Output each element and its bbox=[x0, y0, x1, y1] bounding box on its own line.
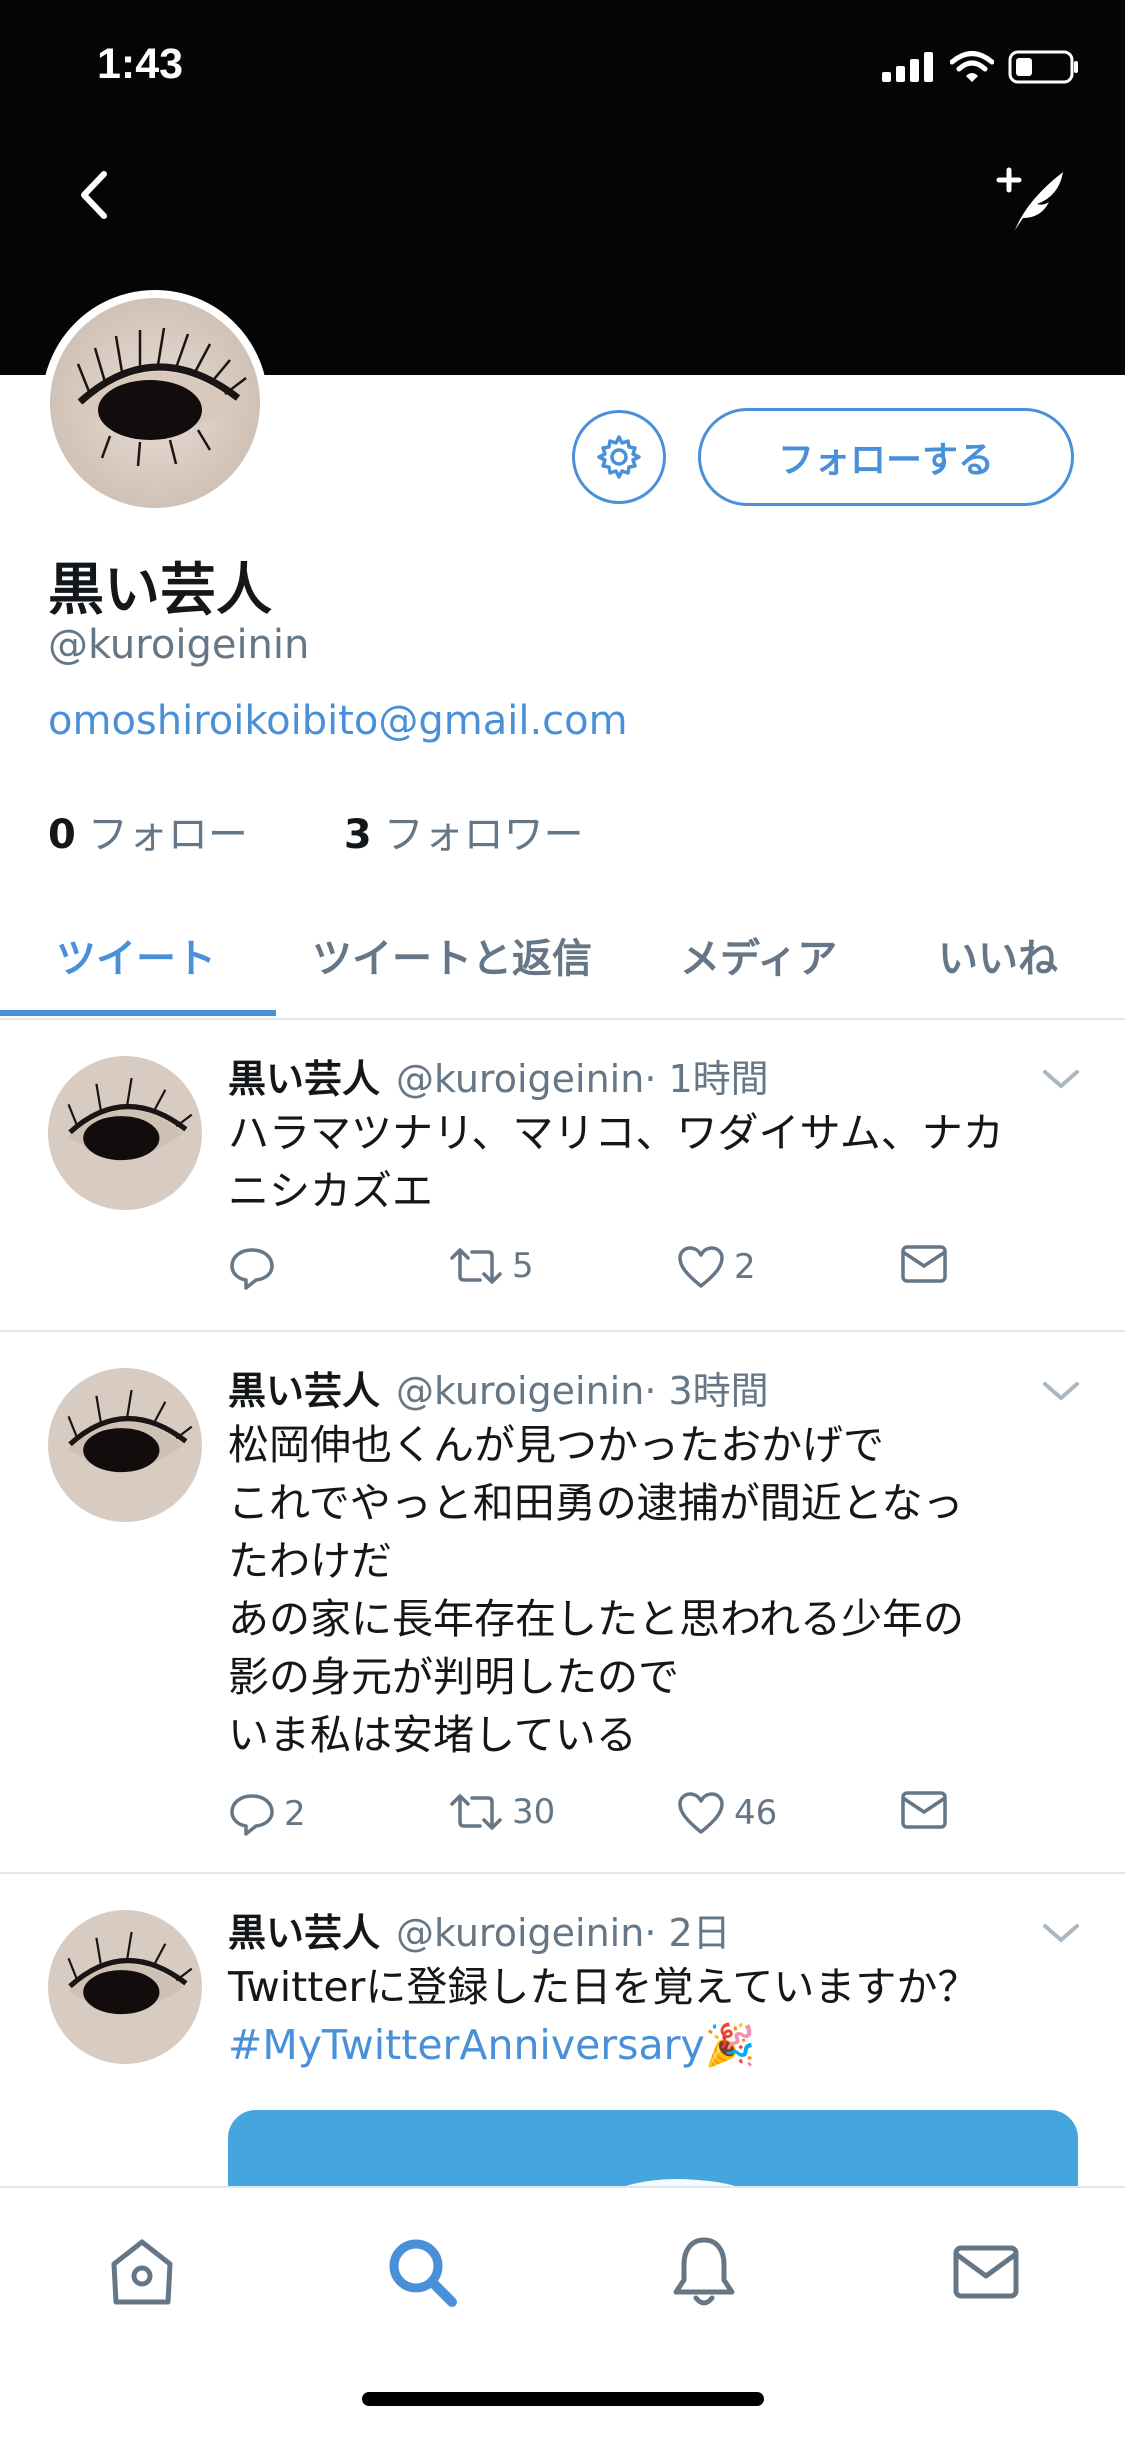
direct-message-button[interactable] bbox=[900, 1244, 948, 1284]
signal-icon bbox=[882, 52, 933, 82]
envelope-icon bbox=[901, 1791, 947, 1829]
retweet-icon bbox=[450, 1248, 502, 1284]
tweet-header: 黒い芸人 @kuroigeinin· 2日 bbox=[228, 1902, 731, 1957]
following-stat[interactable]: 0 フォロー bbox=[48, 802, 248, 860]
tweet-header: 黒い芸人 @kuroigeinin· 1時間 bbox=[228, 1048, 769, 1103]
like-button[interactable]: 46 bbox=[676, 1790, 777, 1836]
heart-icon bbox=[678, 1246, 724, 1288]
settings-button[interactable] bbox=[572, 410, 666, 504]
profile-stats: 0 フォロー 3 フォロワー bbox=[48, 802, 584, 860]
tweet-avatar[interactable] bbox=[48, 1056, 202, 1210]
envelope-icon bbox=[901, 1245, 947, 1283]
tweet-time: · 2日 bbox=[644, 1911, 731, 1955]
profile-name: 黒い芸人 bbox=[48, 558, 272, 623]
tweet-text: 松岡伸也くんが見つかったおかげで これでやっと和田勇の逮捕が間近となっ たわけだ… bbox=[228, 1421, 964, 1759]
avatar-image bbox=[48, 1910, 202, 2064]
tab-media[interactable]: メディア bbox=[680, 926, 837, 984]
search-icon[interactable] bbox=[382, 2232, 462, 2312]
profile-avatar[interactable] bbox=[42, 290, 268, 516]
reply-icon bbox=[230, 1794, 274, 1836]
notifications-icon[interactable] bbox=[664, 2232, 744, 2312]
tab-tweets-replies[interactable]: ツイートと返信 bbox=[312, 926, 592, 984]
follow-button[interactable]: フォローする bbox=[698, 408, 1074, 506]
messages-icon[interactable] bbox=[946, 2232, 1026, 2312]
tab-likes[interactable]: いいね bbox=[938, 926, 1058, 984]
compose-tweet-button[interactable] bbox=[993, 160, 1073, 240]
home-icon[interactable] bbox=[102, 2232, 182, 2312]
profile-handle: @kuroigeinin bbox=[48, 622, 310, 668]
tweet-actions: 2 30 46 bbox=[228, 1790, 1028, 1850]
tweet-header: 黒い芸人 @kuroigeinin· 3時間 bbox=[228, 1360, 769, 1415]
chevron-down-icon[interactable] bbox=[1041, 1376, 1081, 1406]
avatar-image bbox=[50, 298, 260, 508]
chevron-down-icon[interactable] bbox=[1041, 1918, 1081, 1948]
reply-button[interactable] bbox=[228, 1244, 276, 1292]
heart-icon bbox=[678, 1792, 724, 1834]
chevron-down-icon[interactable] bbox=[1041, 1064, 1081, 1094]
back-button[interactable] bbox=[62, 160, 132, 230]
party-popper-emoji: 🎉 bbox=[704, 2021, 756, 2069]
tweet-text: ハラマツナリ、マリコ、ワダイサム、ナカ ニシカズエ bbox=[228, 1109, 1004, 1215]
tweet-author-handle: @kuroigeinin bbox=[396, 1911, 645, 1955]
chevron-left-icon bbox=[81, 171, 107, 219]
tweet[interactable]: 黒い芸人 @kuroigeinin· 3時間 松岡伸也くんが見つかったおかげで こ… bbox=[0, 1332, 1125, 1874]
reply-button[interactable]: 2 bbox=[228, 1790, 306, 1838]
retweet-button[interactable]: 5 bbox=[448, 1244, 534, 1288]
status-time: 1:43 bbox=[97, 40, 184, 88]
avatar-image bbox=[48, 1056, 202, 1210]
status-icons bbox=[882, 50, 1080, 84]
active-tab-indicator bbox=[0, 1010, 276, 1016]
reply-icon bbox=[230, 1248, 274, 1290]
followers-stat[interactable]: 3 フォロワー bbox=[344, 802, 584, 860]
profile-tabs: ツイート ツイートと返信 メディア いいね bbox=[0, 900, 1125, 1020]
hashtag-link[interactable]: #MyTwitterAnniversary bbox=[228, 2021, 705, 2069]
tweet-author-name: 黒い芸人 bbox=[228, 1911, 381, 1955]
direct-message-button[interactable] bbox=[900, 1790, 948, 1830]
avatar-image bbox=[48, 1368, 202, 1522]
tweet-avatar[interactable] bbox=[48, 1368, 202, 1522]
tweet-author-handle: @kuroigeinin bbox=[396, 1057, 645, 1101]
tweet-author-handle: @kuroigeinin bbox=[396, 1369, 645, 1413]
compose-tweet-icon bbox=[996, 167, 1063, 230]
retweet-icon bbox=[450, 1794, 502, 1830]
tweet-actions: 5 2 bbox=[228, 1244, 1028, 1304]
tab-tweets[interactable]: ツイート bbox=[56, 926, 216, 984]
tweet-avatar[interactable] bbox=[48, 1910, 202, 2064]
tweet-time: · 3時間 bbox=[644, 1369, 769, 1413]
like-button[interactable]: 2 bbox=[676, 1244, 756, 1290]
tweet-time: · 1時間 bbox=[644, 1057, 769, 1101]
gear-icon bbox=[597, 435, 641, 479]
tweet[interactable]: 黒い芸人 @kuroigeinin· 1時間 ハラマツナリ、マリコ、ワダイサム、ナ… bbox=[0, 1020, 1125, 1332]
profile-bio-link[interactable]: omoshiroikoibito@gmail.com bbox=[48, 698, 628, 744]
battery-icon bbox=[1008, 50, 1078, 84]
retweet-button[interactable]: 30 bbox=[448, 1790, 555, 1834]
home-indicator bbox=[362, 2392, 764, 2406]
wifi-icon bbox=[950, 51, 994, 82]
tweet-author-name: 黒い芸人 bbox=[228, 1057, 381, 1101]
tweet-text: Twitterに登録した日を覚えていますか？ #MyTwitterAnniver… bbox=[228, 1963, 979, 2069]
tweet-author-name: 黒い芸人 bbox=[228, 1369, 381, 1413]
